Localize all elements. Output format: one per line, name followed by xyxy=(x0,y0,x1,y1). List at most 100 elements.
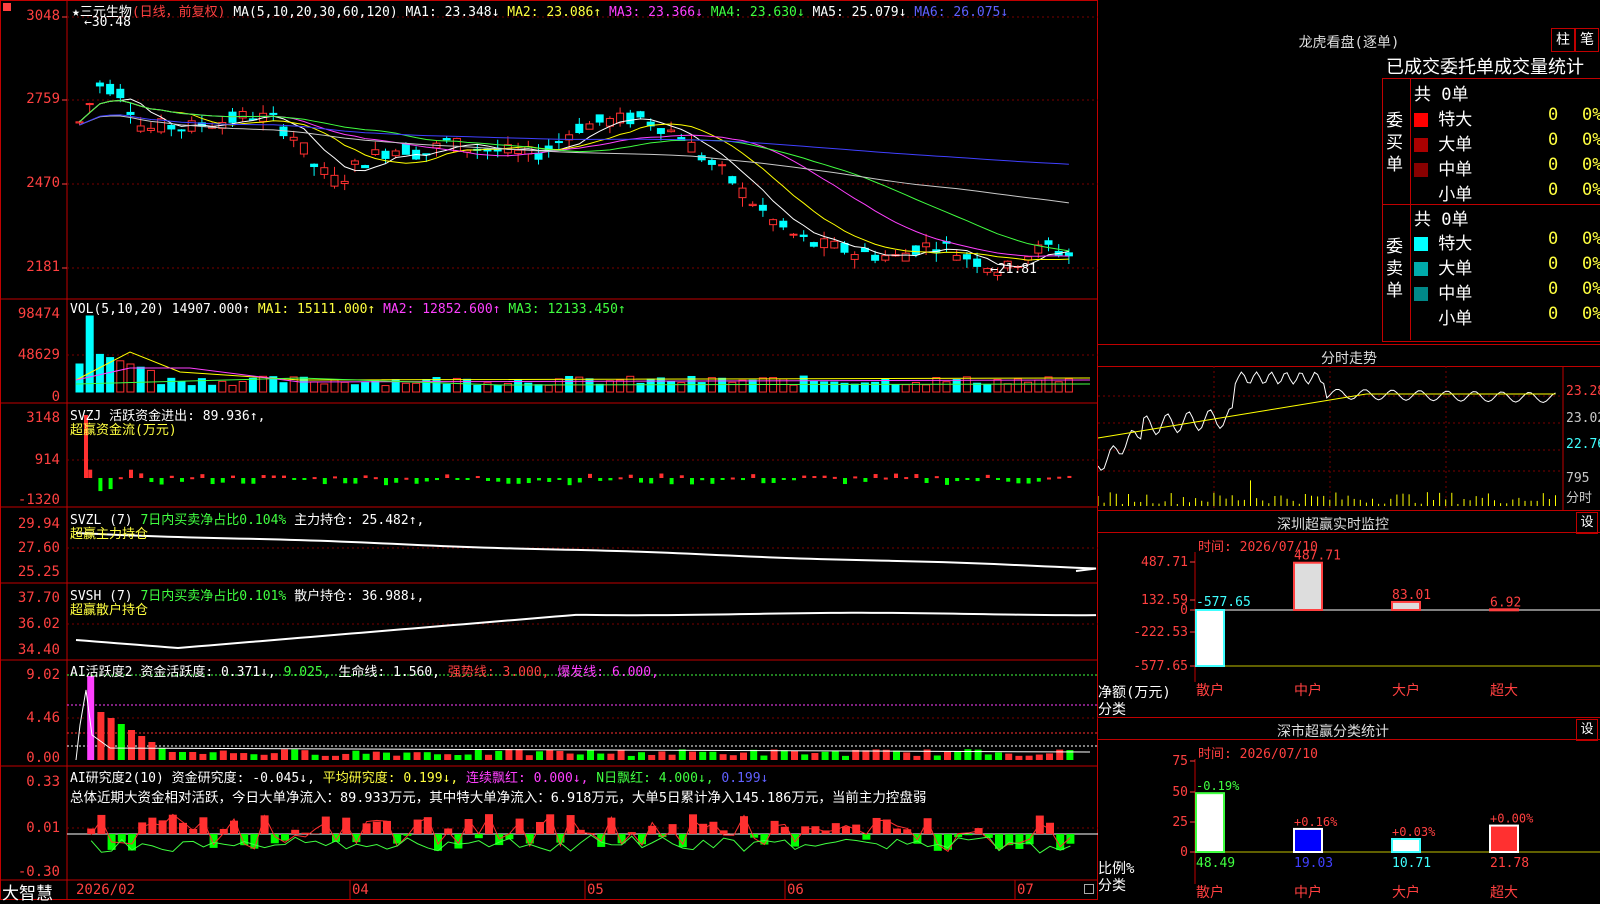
research-bar xyxy=(301,833,309,834)
activity-bar xyxy=(465,755,472,760)
flow-bar xyxy=(578,478,582,482)
flow-bar xyxy=(741,478,745,480)
main-holding-line xyxy=(76,533,1096,571)
flow-bar xyxy=(262,475,266,478)
stat-bar xyxy=(1392,839,1420,852)
flow-bar xyxy=(517,478,521,484)
flow-bar xyxy=(568,478,572,485)
monitor-settings-button[interactable]: 设 xyxy=(1576,512,1598,534)
candle xyxy=(790,234,797,235)
activity-bar xyxy=(832,751,839,760)
ai-strong-line: 强势线: 3.000, xyxy=(448,665,550,680)
ai2-axis-label: -0.30 xyxy=(0,864,60,880)
candle xyxy=(637,112,644,117)
low-price-label: ←21.81 xyxy=(990,262,1037,277)
candle xyxy=(586,124,593,129)
activity-bar xyxy=(1046,753,1053,760)
research-bar xyxy=(291,830,299,834)
svzj-axis-label: 914 xyxy=(0,452,60,468)
order-type: 大单 xyxy=(1428,259,1472,279)
column-view-button[interactable]: 柱 xyxy=(1551,28,1575,52)
activity-bar xyxy=(638,752,645,760)
flow-bar xyxy=(792,478,796,480)
ma3-value: MA3: 23.366↓ xyxy=(609,5,703,20)
activity-bar xyxy=(179,752,186,760)
volume-bar xyxy=(382,386,389,392)
activity-bar xyxy=(648,755,655,760)
candle xyxy=(351,161,358,164)
candle xyxy=(300,143,307,154)
activity-bar xyxy=(699,752,706,760)
date-label: 06 xyxy=(787,882,804,898)
volume-bar xyxy=(923,385,930,392)
activity-bar xyxy=(322,756,329,760)
ma-params: MA(5,10,20,30,60,120) xyxy=(233,5,397,20)
stock-mode[interactable]: (日线，前复权) xyxy=(132,5,226,20)
tick-view-button[interactable]: 笔 xyxy=(1575,28,1599,52)
flow-bar xyxy=(241,478,245,484)
stat-category: 中户 xyxy=(1294,884,1322,900)
buy-total: 共 0单 xyxy=(1414,80,1468,105)
activity-bar xyxy=(689,752,696,760)
candle xyxy=(739,188,746,198)
research-bar xyxy=(342,818,350,834)
chart-canvas[interactable] xyxy=(0,0,1098,900)
flow-bar xyxy=(680,475,684,478)
activity-bar xyxy=(250,754,257,760)
candle xyxy=(821,239,828,248)
volume-bar xyxy=(892,385,899,392)
monitor-bar xyxy=(1196,610,1224,666)
activity-bar xyxy=(526,755,533,760)
activity-bar xyxy=(760,756,767,760)
candle xyxy=(596,115,603,122)
volume-bar xyxy=(902,385,909,392)
brand-logo[interactable]: 大智慧 xyxy=(2,879,53,904)
stat-settings-button[interactable]: 设 xyxy=(1576,719,1598,741)
flow-bar xyxy=(109,478,113,489)
flow-bar xyxy=(425,478,429,481)
lock-icon[interactable] xyxy=(1084,884,1094,894)
candle xyxy=(392,151,399,156)
ma6-value: MA6: 26.075↓ xyxy=(914,5,1008,20)
svzl-subtitle: 超赢主力持仓 xyxy=(70,523,148,542)
activity-bar xyxy=(1026,756,1033,760)
candle xyxy=(147,128,154,130)
activity-bar xyxy=(893,751,900,760)
candle xyxy=(729,177,736,183)
menu-icon[interactable] xyxy=(3,3,11,11)
candle xyxy=(719,165,726,166)
intraday-axis-label: 23.02 xyxy=(1566,411,1600,426)
order-percent: 0% xyxy=(1582,155,1600,175)
vol-name: VOL(5,10,20) xyxy=(70,302,164,317)
research-bar xyxy=(516,819,524,834)
activity-bar xyxy=(199,754,206,760)
activity-bar xyxy=(781,750,788,760)
activity-bar xyxy=(363,754,370,760)
activity-bar xyxy=(618,750,625,760)
intraday-title: 分时走势 xyxy=(1098,348,1600,368)
research-bar xyxy=(1066,834,1074,844)
stat-bar xyxy=(1490,826,1518,852)
candle xyxy=(800,235,807,236)
activity-bar xyxy=(87,676,94,760)
activity-bar xyxy=(669,755,676,760)
volume-bar xyxy=(96,354,103,392)
monitor-value-label: 6.92 xyxy=(1490,595,1521,610)
candle xyxy=(708,161,715,165)
high-price-label: ←30.48 xyxy=(84,15,131,30)
flow-bar xyxy=(272,476,276,478)
order-count: 0 xyxy=(1548,279,1558,299)
volume-bar xyxy=(413,383,420,392)
activity-bar xyxy=(750,750,757,760)
favorite-star-icon[interactable]: ★ xyxy=(72,5,80,20)
ai2-name: AI研究度2(10) xyxy=(70,771,164,786)
order-stat-tabs[interactable]: 已成交委托单成交量统计 xyxy=(1386,53,1584,79)
main-axis-label: 2470 xyxy=(0,175,60,191)
candle xyxy=(535,153,542,159)
stat-value-label: 10.71 xyxy=(1392,856,1431,871)
flow-bar xyxy=(221,478,225,483)
intraday-chart[interactable] xyxy=(1098,366,1600,511)
monitor-chart: 487.71132.590-222.53-577.65-577.65散户487.… xyxy=(1098,532,1600,717)
flow-bar xyxy=(190,477,194,479)
activity-bar xyxy=(159,748,166,760)
